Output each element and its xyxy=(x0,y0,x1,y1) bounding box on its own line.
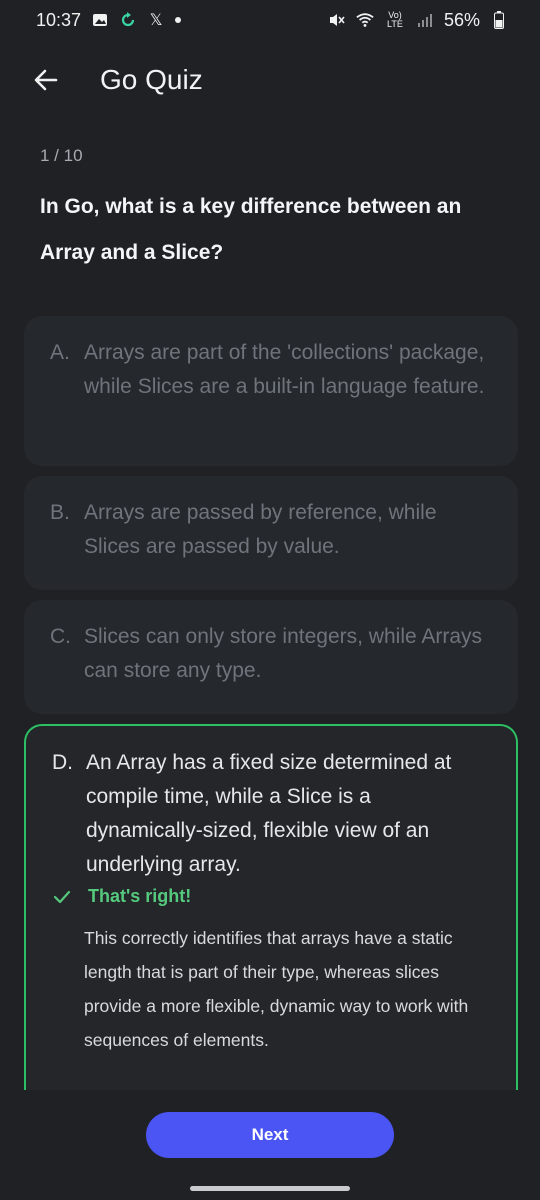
question-progress: 1 / 10 xyxy=(40,146,83,165)
option-letter: C. xyxy=(50,625,71,648)
option-b[interactable]: B. Arrays are passed by reference, while… xyxy=(24,476,518,590)
wifi-icon xyxy=(356,11,374,29)
option-letter: A. xyxy=(50,341,70,364)
option-letter: B. xyxy=(50,501,70,524)
dot-icon xyxy=(175,17,182,23)
option-a[interactable]: A. Arrays are part of the 'collections' … xyxy=(24,316,518,466)
gesture-nav-handle[interactable] xyxy=(190,1186,350,1191)
arrow-left-icon xyxy=(34,69,58,91)
check-icon xyxy=(52,887,72,907)
option-c[interactable]: C. Slices can only store integers, while… xyxy=(24,600,518,714)
feedback-title: That's right! xyxy=(88,886,192,906)
next-button[interactable]: Next xyxy=(146,1112,394,1158)
option-text: Arrays are passed by reference, while Sl… xyxy=(84,501,437,558)
sync-icon xyxy=(119,11,137,29)
question-text: In Go, what is a key difference between … xyxy=(40,195,462,264)
x-logo-icon: 𝕏 xyxy=(149,12,163,29)
status-bar: 10:37 𝕏 Vo) LTE 56% xyxy=(0,0,540,40)
mute-icon xyxy=(328,11,346,29)
back-button[interactable] xyxy=(16,52,76,108)
status-right: Vo) LTE 56% xyxy=(328,10,508,31)
option-text: An Array has a fixed size determined at … xyxy=(86,751,452,876)
feedback-header: That's right! xyxy=(52,886,518,907)
signal-icon xyxy=(416,11,434,29)
answer-feedback: That's right! This correctly identifies … xyxy=(24,886,518,1083)
option-text: Slices can only store integers, while Ar… xyxy=(84,625,483,682)
app-bar: Go Quiz xyxy=(0,52,540,108)
option-text: Arrays are part of the 'collections' pac… xyxy=(84,341,485,398)
status-left: 10:37 𝕏 xyxy=(36,9,182,31)
battery-icon xyxy=(490,11,508,29)
feedback-explanation: This correctly identifies that arrays ha… xyxy=(84,928,469,1050)
volte-icon: Vo) LTE xyxy=(387,10,403,29)
image-icon xyxy=(91,11,109,29)
battery-percent: 56% xyxy=(443,9,480,30)
app-title: Go Quiz xyxy=(100,64,203,95)
status-time: 10:37 xyxy=(36,9,82,30)
